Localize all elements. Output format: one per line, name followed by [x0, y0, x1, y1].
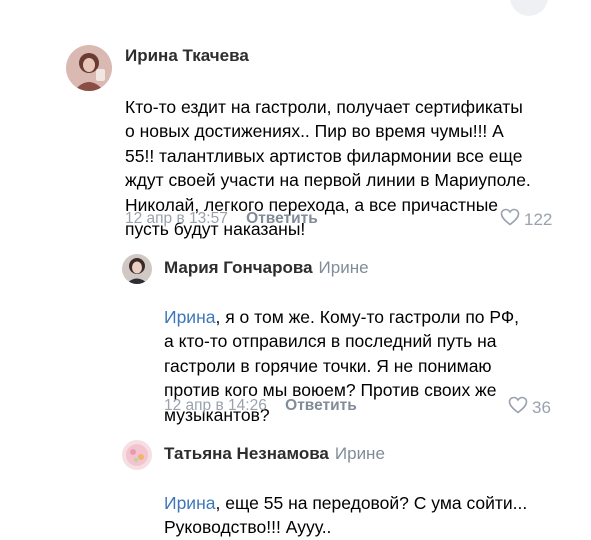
- author-name[interactable]: Мария Гончарова: [164, 258, 313, 277]
- author-name[interactable]: Ирина Ткачева: [125, 46, 249, 65]
- reply-button[interactable]: Ответить: [246, 210, 318, 227]
- comment-date[interactable]: 12 апр в 13:57: [125, 210, 228, 227]
- comment-author-line: Ирина Ткачева: [125, 45, 249, 67]
- comment-author-line: Татьяна Незнамова Ирине: [164, 443, 385, 465]
- avatar[interactable]: [122, 254, 152, 284]
- comment-reply: Мария Гончарова Ирине Ирина, я о том же. …: [0, 240, 591, 425]
- author-name[interactable]: Татьяна Незнамова: [164, 444, 329, 463]
- heart-icon: [508, 396, 528, 419]
- comment: Ирина Ткачева Кто-то ездит на гастроли, …: [0, 0, 591, 240]
- comment-meta: 12 апр в 13:57 Ответить: [125, 209, 318, 229]
- reply-to[interactable]: Ирине: [335, 444, 385, 463]
- comment-text: Ирина, еще 55 на передовой? С ума сойти.…: [164, 466, 574, 540]
- comment-reply: Татьяна Незнамова Ирине Ирина, еще 55 на …: [0, 420, 591, 537]
- mention-link[interactable]: Ирина: [164, 493, 215, 513]
- like-count: 36: [532, 397, 551, 417]
- heart-icon: [500, 208, 520, 231]
- mention-link[interactable]: Ирина: [164, 307, 215, 327]
- comment-meta: 12 апр в 14:26 Ответить: [164, 396, 357, 416]
- reply-to[interactable]: Ирине: [319, 258, 369, 277]
- avatar[interactable]: [122, 440, 152, 470]
- like-button[interactable]: 36: [508, 396, 551, 419]
- like-button[interactable]: 122: [500, 208, 552, 231]
- reply-button[interactable]: Ответить: [285, 397, 357, 414]
- comment-body: , еще 55 на передовой? С ума сойти... Ру…: [164, 492, 528, 538]
- like-count: 122: [524, 209, 553, 229]
- comment-author-line: Мария Гончарова Ирине: [164, 257, 369, 279]
- comment-date[interactable]: 12 апр в 14:26: [164, 397, 267, 414]
- avatar[interactable]: [66, 45, 112, 91]
